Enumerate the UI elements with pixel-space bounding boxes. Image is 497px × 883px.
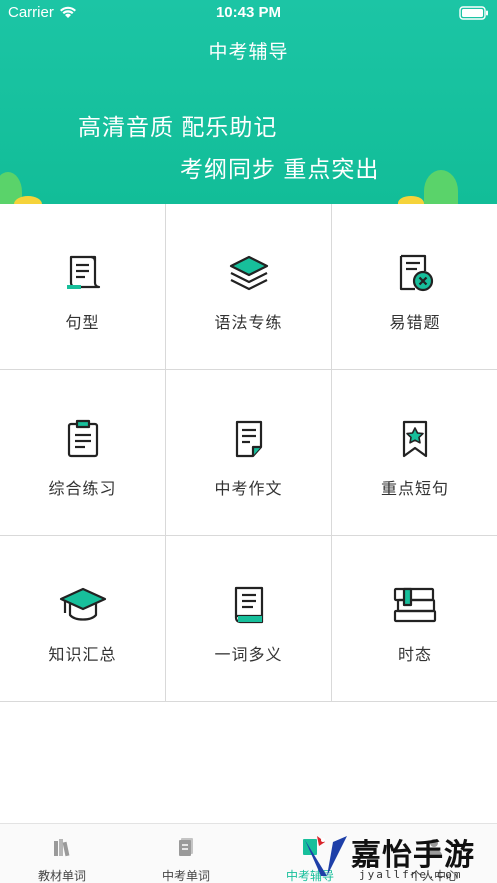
grid-item-knowledge-summary[interactable]: 知识汇总 bbox=[0, 536, 166, 702]
grid-item-error-prone[interactable]: 易错题 bbox=[332, 204, 497, 370]
grid-item-label: 易错题 bbox=[389, 315, 441, 332]
grid-item-label: 中考作文 bbox=[214, 481, 283, 498]
watermark: 嘉怡手游网 jyallfne.com bbox=[299, 826, 489, 883]
grid-item-polysemy[interactable]: 一词多义 bbox=[166, 536, 332, 702]
grid-item-grammar[interactable]: 语法专练 bbox=[166, 204, 332, 370]
graduation-cap-icon bbox=[59, 583, 107, 627]
essay-doc-icon bbox=[225, 417, 273, 461]
star-bookmark-icon bbox=[391, 417, 439, 461]
grid-item-comprehensive-practice[interactable]: 综合练习 bbox=[0, 370, 166, 536]
tab-label: 中考单词 bbox=[161, 869, 210, 883]
book-icon bbox=[225, 583, 273, 627]
header-banner: Carrier 10:43 PM 中考辅导 高清音质 配乐助记 考纲同步 重点突… bbox=[0, 0, 497, 204]
grid-item-label: 句型 bbox=[65, 315, 100, 332]
decorative-bush-right bbox=[424, 170, 458, 204]
grid-item-label: 时态 bbox=[397, 647, 432, 664]
grid-item-label: 知识汇总 bbox=[48, 647, 117, 664]
clipboard-icon bbox=[59, 417, 107, 461]
slogan-line-1: 高清音质 配乐助记 bbox=[78, 114, 278, 140]
grid-item-label: 语法专练 bbox=[214, 315, 283, 332]
tab-textbook-words[interactable]: 教材单词 bbox=[0, 824, 124, 883]
grid-item-composition[interactable]: 中考作文 bbox=[166, 370, 332, 536]
feature-grid: 句型 语法专练 易错题 综合练习 中考作文 重点短句 知识汇总 一词多义 时态 bbox=[0, 204, 497, 702]
doc-icon bbox=[175, 836, 197, 863]
scroll-icon bbox=[59, 251, 107, 295]
grid-item-label: 综合练习 bbox=[48, 481, 117, 498]
decorative-sun-left bbox=[14, 196, 42, 204]
battery-icon bbox=[459, 6, 489, 24]
status-bar: Carrier 10:43 PM bbox=[0, 0, 497, 26]
page-title: 中考辅导 bbox=[208, 42, 289, 63]
books-icon bbox=[51, 836, 73, 863]
decorative-sun-right bbox=[398, 196, 424, 204]
grid-item-label: 重点短句 bbox=[380, 481, 449, 498]
grid-item-sentence-patterns[interactable]: 句型 bbox=[0, 204, 166, 370]
tab-label: 教材单词 bbox=[37, 869, 86, 883]
grid-item-tenses[interactable]: 时态 bbox=[332, 536, 497, 702]
slogan-line-2: 考纲同步 重点突出 bbox=[180, 156, 380, 182]
status-time: 10:43 PM bbox=[215, 4, 282, 21]
tab-exam-words[interactable]: 中考单词 bbox=[124, 824, 248, 883]
grid-item-key-sentences[interactable]: 重点短句 bbox=[332, 370, 497, 536]
error-doc-icon bbox=[391, 251, 439, 295]
grid-item-label: 一词多义 bbox=[214, 647, 283, 664]
watermark-url: jyallfne.com bbox=[359, 868, 463, 881]
watermark-logo-icon bbox=[303, 832, 349, 883]
layers-icon bbox=[225, 251, 273, 295]
stacked-books-icon bbox=[391, 583, 439, 627]
